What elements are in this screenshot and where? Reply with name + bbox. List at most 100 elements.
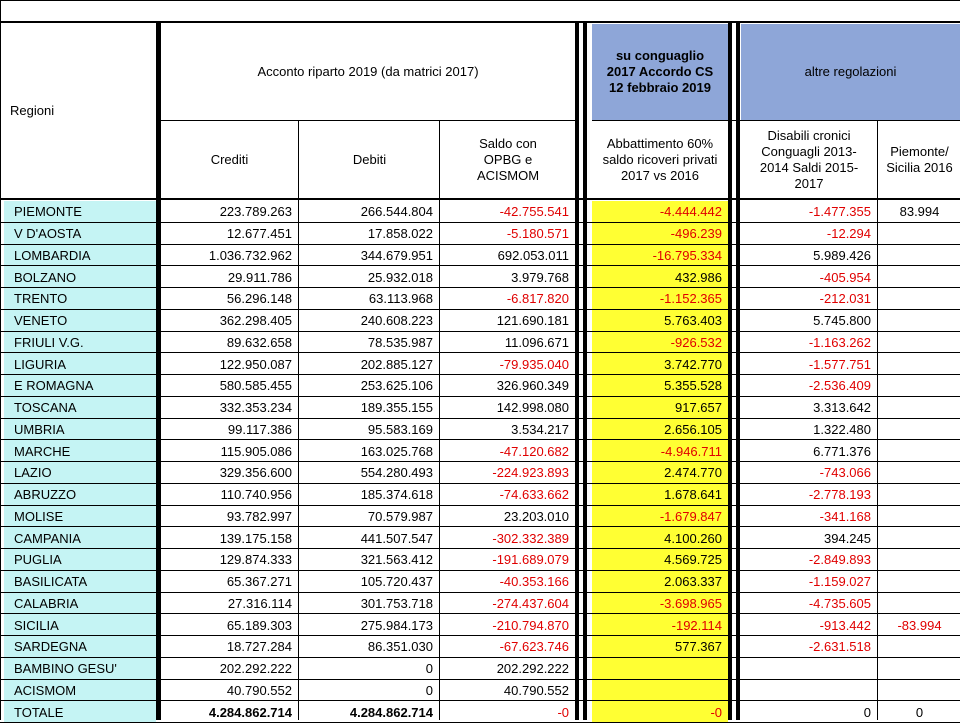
cell-crediti: 122.950.087 (219, 356, 292, 372)
cell-debiti: 105.720.437 (360, 574, 433, 590)
cell-piemonte: -83.994 (897, 617, 942, 633)
cell-piemonte (879, 223, 960, 245)
row-divider (0, 331, 960, 332)
cell-abbattimento: 917.657 (592, 396, 728, 419)
header-crediti-text: Crediti (210, 152, 249, 167)
cell-crediti: 129.874.333 (219, 552, 292, 568)
separator-thick (156, 21, 161, 720)
cell-saldo: -274.437.604 (492, 595, 569, 611)
cell-crediti: 12.677.451 (226, 226, 292, 242)
cell-piemonte (879, 658, 960, 680)
cell-regione: CAMPANIA (4, 527, 156, 549)
cell-debiti: 301.753.718 (360, 595, 433, 611)
cell-disabili: -1.159.027 (808, 574, 871, 590)
cell-piemonte (879, 636, 960, 658)
cell-regione: SARDEGNA (4, 636, 156, 658)
cell-saldo: -6.817.820 (506, 291, 569, 307)
cell-debiti: 25.932.018 (367, 269, 433, 285)
row-divider (0, 396, 960, 397)
cell-saldo: -67.623.746 (499, 639, 569, 655)
cell-abbattimento: -192.114 (592, 614, 728, 636)
cell-regione: TRENTO (4, 288, 156, 310)
cell-debiti: 63.113.968 (368, 291, 433, 307)
header-disabili: Disabili cronici Conguagli 2013-2014 Sal… (741, 122, 877, 198)
header-regioni: Regioni (4, 24, 156, 198)
cell-regione: SICILIA (4, 614, 156, 636)
cell-debiti: 70.579.987 (367, 508, 433, 524)
row-divider (0, 374, 960, 375)
cell-disabili: -12.294 (826, 226, 871, 242)
cell-debiti: 163.025.768 (360, 443, 433, 459)
cell-crediti: 40.790.552 (226, 682, 292, 698)
cell-abbattimento: -1.679.847 (592, 505, 728, 528)
cell-abbattimento: -4.946.711 (592, 440, 728, 462)
cell-piemonte (879, 375, 960, 397)
cell-abbattimento: 2.656.105 (592, 418, 728, 441)
cell-piemonte (879, 288, 960, 310)
separator-double (583, 21, 587, 720)
cell-crediti: 65.189.303 (226, 617, 292, 633)
row-divider (0, 418, 960, 419)
cell-disabili: -743.066 (819, 465, 871, 481)
cell-piemonte (879, 397, 960, 419)
header-abbattimento: Abbattimento 60% saldo ricoveri privati … (592, 122, 728, 198)
row-divider (0, 309, 960, 310)
cell-crediti: 110.740.956 (220, 487, 292, 503)
cell-disabili: -2.849.893 (808, 552, 871, 568)
cell-abbattimento: -16.795.334 (592, 244, 728, 267)
cell-crediti: 329.356.600 (219, 465, 292, 481)
cell-crediti: 93.782.997 (226, 508, 292, 524)
header-crediti: Crediti (161, 122, 298, 198)
cell-disabili: -1.163.262 (808, 334, 871, 350)
cell-disabili: -2.631.518 (808, 639, 871, 655)
cell-debiti: 78.535.987 (367, 334, 433, 350)
cell-regione: VENETO (4, 309, 156, 332)
cell-saldo: -302.332.389 (492, 530, 569, 546)
cell-piemonte (879, 680, 960, 702)
cell-disabili (741, 658, 877, 680)
cell-disabili: 5.989.426 (813, 247, 871, 263)
cell-disabili: -1.577.751 (808, 356, 871, 372)
row-divider (0, 548, 960, 549)
cell-regione: E ROMAGNA (4, 375, 156, 397)
cell-abbattimento: -3.698.965 (592, 592, 728, 615)
cell-saldo: -210.794.870 (492, 617, 569, 633)
cell-abbattimento: 432.986 (592, 266, 728, 288)
cell-regione: LAZIO (4, 462, 156, 484)
cell-piemonte (879, 419, 960, 441)
cell-disabili: -913.442 (819, 617, 871, 633)
cell-saldo: -5.180.571 (506, 226, 569, 242)
cell-regione: TOSCANA (4, 396, 156, 419)
header-altre-regolazioni: altre regolazioni (741, 24, 960, 120)
cell-regione: BASILICATA (4, 570, 156, 593)
cell-saldo: -40.353.166 (499, 574, 569, 590)
cell-abbattimento: 3.742.770 (592, 353, 728, 375)
cell-abbattimento: -496.239 (592, 222, 728, 245)
subheader-divider (161, 120, 575, 121)
cell-crediti: 139.175.158 (219, 530, 292, 546)
cell-debiti: 441.507.547 (360, 530, 433, 546)
header-debiti: Debiti (300, 122, 439, 198)
cell-regione: CALABRIA (4, 592, 156, 615)
row-divider (0, 679, 960, 680)
cell-saldo: 11.096.671 (504, 334, 569, 350)
row-divider (0, 483, 960, 484)
cell-regione: BAMBINO GESU' (4, 657, 156, 680)
separator-double (736, 21, 740, 720)
cell-crediti: 223.789.263 (219, 204, 292, 220)
cell-crediti: 1.036.732.962 (208, 247, 292, 263)
header-border-top (0, 21, 960, 23)
cell-piemonte (879, 266, 960, 288)
header-piemonte-sicilia: Piemonte/ Sicilia 2016 (879, 122, 960, 198)
header-disabili-text: Disabili cronici Conguagli 2013-2014 Sal… (759, 128, 859, 191)
cell-piemonte (879, 245, 960, 267)
cell-abbattimento: -1.152.365 (592, 288, 728, 310)
cell-debiti: 275.984.173 (360, 617, 433, 633)
cell-saldo: 3.534.217 (511, 421, 569, 437)
row-divider (0, 244, 960, 245)
cell-regione: FRIULI V.G. (4, 331, 156, 354)
cell-abbattimento (592, 657, 728, 680)
cell-disabili: 6.771.376 (813, 443, 871, 459)
cell-debiti: 0 (425, 682, 433, 698)
cell-saldo: 202.292.222 (496, 661, 569, 677)
